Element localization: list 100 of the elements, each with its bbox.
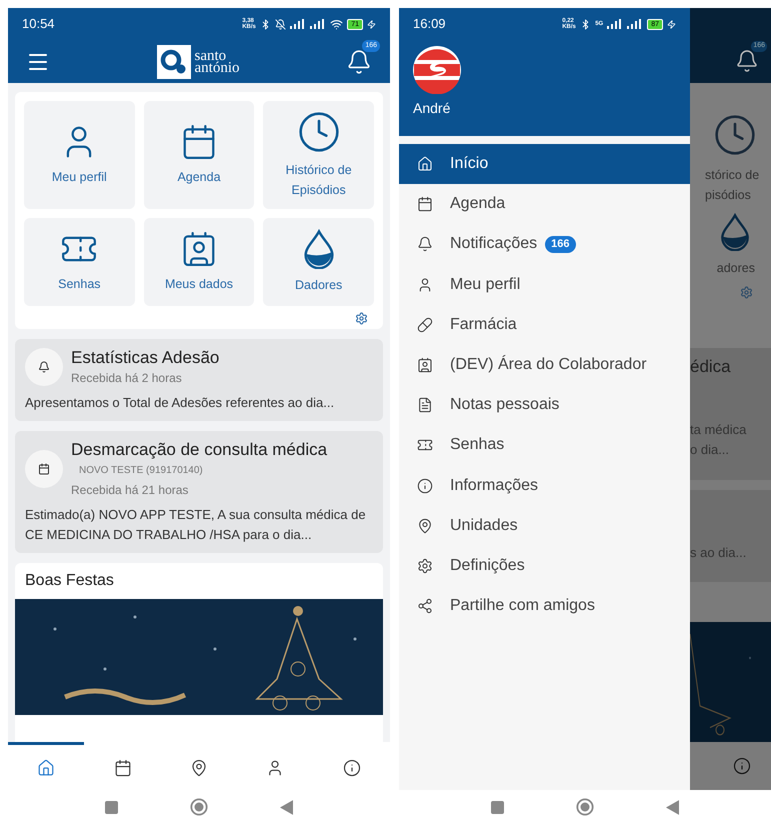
user-name: André <box>413 99 452 118</box>
drawer-item[interactable]: Informações <box>399 466 690 506</box>
drawer-item[interactable]: Senhas <box>399 425 690 466</box>
drawer-label: Meu perfil <box>450 274 520 295</box>
drawer-label: Unidades <box>450 516 518 536</box>
drawer-label: Notificações <box>450 234 538 254</box>
tile-label: stórico de pisódios <box>705 167 760 204</box>
notification-time: Recebida há 2 horas <box>71 370 183 387</box>
drawer-label: Informações <box>450 476 538 496</box>
signal-icon <box>290 19 306 29</box>
drawer-item[interactable]: Partilhe com amigos <box>399 586 690 626</box>
document-icon <box>417 397 433 414</box>
brand-name: antónio <box>194 62 240 74</box>
status-time: 16:09 <box>413 15 446 34</box>
drawer-label: Definições <box>450 556 525 576</box>
bell-icon <box>417 236 433 252</box>
share-icon <box>417 598 433 614</box>
drawer-item[interactable]: Início <box>399 144 690 184</box>
brand-name: santo <box>194 50 226 62</box>
clock-icon <box>296 110 341 154</box>
calendar-icon <box>114 758 132 776</box>
drawer-item[interactable]: Meu perfil <box>399 264 690 305</box>
settings-icon[interactable] <box>355 312 368 325</box>
shortcut-tile[interactable]: Senhas <box>24 218 135 306</box>
drawer-item[interactable]: Definições <box>399 546 690 586</box>
shortcut-tile[interactable]: Histórico de Episódios <box>263 101 374 209</box>
notification-body: Estimado(a) NOVO APP TESTE, A sua consulta médica de CE MEDICINA DO TRABALHO /HSA para o dia... <box>25 506 367 544</box>
wifi-icon <box>330 18 344 30</box>
notification-time: Recebida há 21 horas <box>71 482 190 499</box>
back-button[interactable] <box>280 800 293 814</box>
drawer-label: Farmácia <box>450 314 517 335</box>
signal-icon <box>310 19 326 29</box>
bell-icon[interactable] <box>346 48 372 74</box>
info-icon <box>417 478 433 494</box>
bluetooth-icon <box>580 18 592 30</box>
home-button[interactable] <box>190 798 208 816</box>
notification-card[interactable]: Desmarcação de consulta médica NOVO TESTE (919170140) Recebida há 21 horas Estimado(a) NOVO APP TESTE, A sua consulta médica de CE MEDICINA DO TRABALHO /HSA para o dia... <box>15 431 383 553</box>
shortcut-tile[interactable]: Meus dados <box>144 218 254 306</box>
notification-card[interactable]: Estatísticas Adesão Recebida há 2 horas Apresentamos o Total de Adesões referentes ao dia... <box>15 339 383 421</box>
charging-icon <box>367 20 376 28</box>
card-body: s ao dia... <box>690 544 746 562</box>
signal-icon <box>607 19 624 29</box>
notification-title: Desmarcação de consulta médica <box>71 439 328 461</box>
drawer-label: Notas pessoais <box>450 395 560 416</box>
tile-label: Histórico de Episódios <box>284 162 353 199</box>
location-pin-icon <box>190 758 208 776</box>
home-button[interactable] <box>576 798 594 816</box>
tile-label: Dadores <box>294 277 344 294</box>
bell-off-icon <box>275 18 286 30</box>
notification-body: Apresentamos o Total de Adesões referentes ao dia... <box>25 394 336 412</box>
drawer-item[interactable]: Farmácia <box>399 304 690 345</box>
home-icon <box>417 156 433 172</box>
tile-label: Meus dados <box>164 276 234 293</box>
count-badge: 166 <box>545 236 576 253</box>
logo-icon <box>156 44 190 78</box>
charging-icon <box>667 20 676 28</box>
id-card-icon <box>417 357 433 374</box>
status-time: 10:54 <box>22 15 55 34</box>
drawer-label: (DEV) Área do Colaborador <box>450 354 647 376</box>
bell-icon <box>38 361 50 373</box>
recents-button[interactable] <box>491 800 504 814</box>
notification-title: Estatísticas Adesão <box>71 347 220 369</box>
drawer-item[interactable]: Notificações 166 <box>399 224 690 265</box>
shortcut-tile[interactable]: Meu perfil <box>24 101 135 209</box>
drawer-label: Senhas <box>450 435 504 456</box>
recents-button[interactable] <box>105 800 118 814</box>
drawer-item[interactable]: Notas pessoais <box>399 385 690 426</box>
calendar-icon <box>38 463 50 475</box>
drawer-item[interactable]: Unidades <box>399 506 690 546</box>
drawer-label: Agenda <box>450 194 506 214</box>
calendar-icon <box>417 196 433 212</box>
bluetooth-icon <box>260 18 272 30</box>
drawer-label: Início <box>450 154 488 174</box>
settings-icon <box>417 558 433 574</box>
shortcut-tile[interactable]: Dadores <box>263 218 374 306</box>
drop-icon <box>302 229 336 269</box>
tile-label: adores <box>716 260 755 277</box>
info-icon <box>733 757 751 775</box>
tile-label: Senhas <box>57 276 102 293</box>
tile-label: Agenda <box>176 169 222 186</box>
tile-label: Meu perfil <box>50 169 108 186</box>
drawer-item[interactable]: (DEV) Área do Colaborador <box>399 344 690 386</box>
card-title: édica <box>690 356 732 378</box>
section-title: Boas Festas <box>25 572 114 589</box>
drawer-item[interactable]: Agenda <box>399 184 690 224</box>
pill-icon <box>417 316 433 333</box>
settings-icon <box>740 286 753 299</box>
notification-sender: NOVO TESTE (919170140) <box>78 464 204 478</box>
shortcut-tile[interactable]: Agenda <box>144 101 254 209</box>
home-icon <box>37 758 56 776</box>
signal-icon <box>627 19 644 29</box>
clock-icon <box>713 113 757 157</box>
drawer-label: Partilhe com amigos <box>450 596 595 616</box>
bell-icon <box>735 49 759 73</box>
back-button[interactable] <box>666 800 679 814</box>
card-body: ta médica o dia... <box>690 420 748 458</box>
location-pin-icon <box>417 518 433 534</box>
drop-icon <box>719 213 751 251</box>
info-icon <box>342 758 361 776</box>
avatar-logo-icon <box>413 46 461 94</box>
